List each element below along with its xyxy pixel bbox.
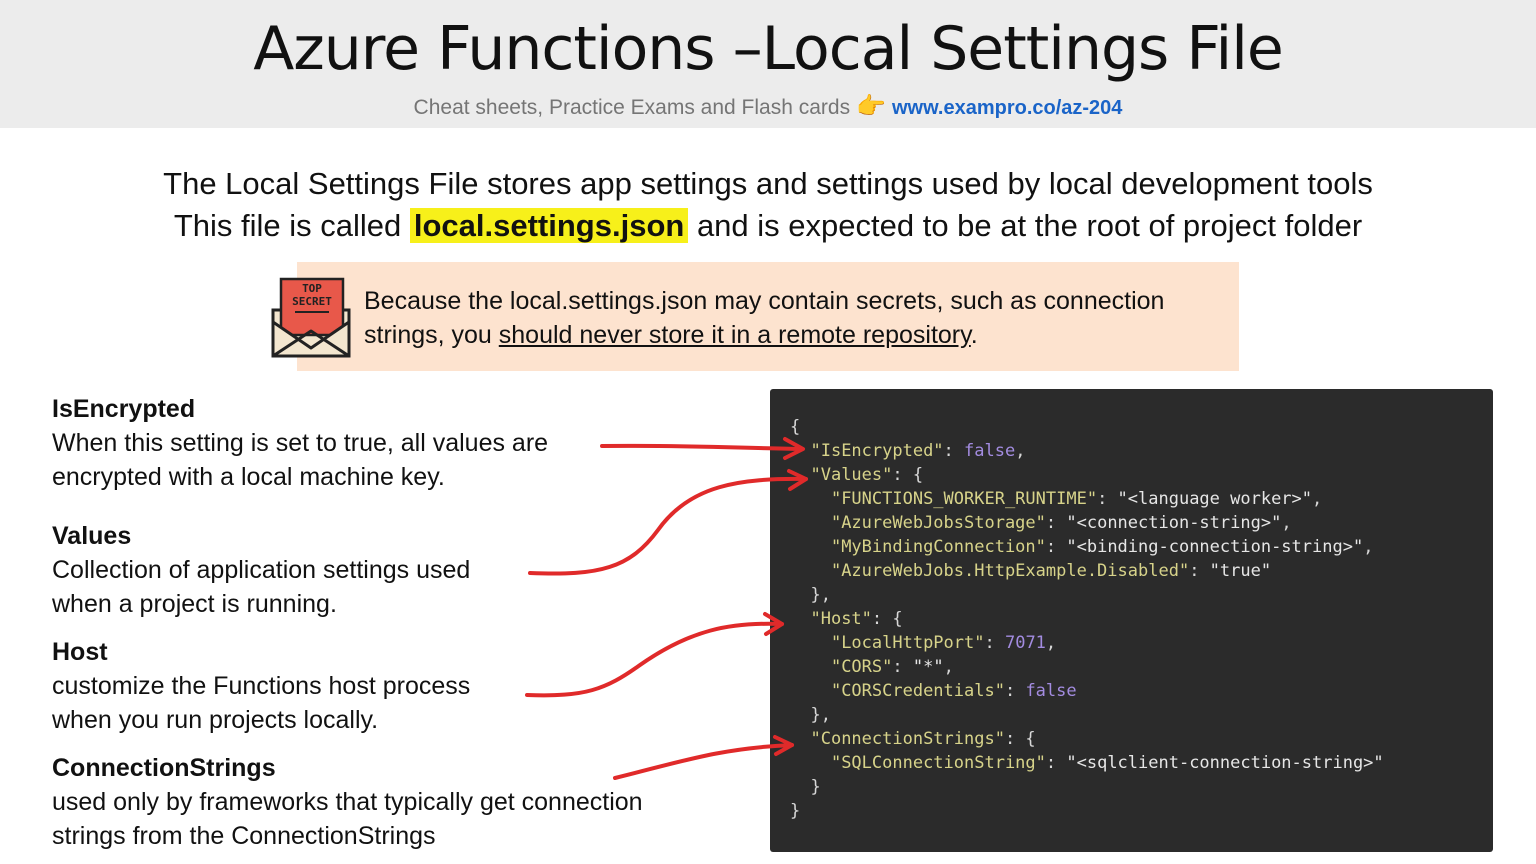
arrow-host <box>525 621 784 698</box>
arrow-connectionstrings <box>613 743 794 780</box>
arrow-isencrypted <box>600 443 804 451</box>
annotation-arrows <box>525 437 808 780</box>
arrow-values <box>528 476 808 576</box>
